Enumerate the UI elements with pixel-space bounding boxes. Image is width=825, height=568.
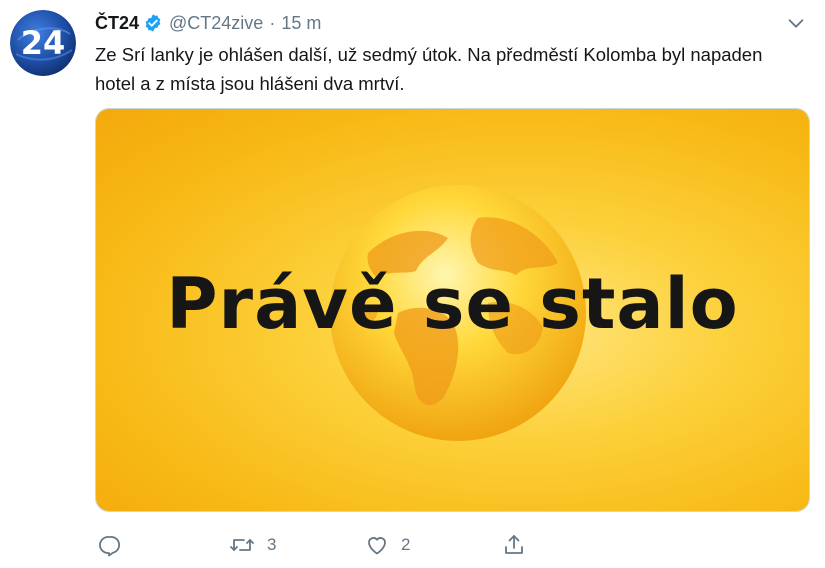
separator-dot: · [269,12,276,33]
chevron-down-icon[interactable] [785,12,807,34]
tweet-media[interactable]: Právě se stalo [95,108,810,512]
heart-icon [368,537,386,555]
share-icon [505,535,523,554]
media-caption: Právě se stalo [166,263,739,345]
retweet-icon [230,539,254,551]
reply-button[interactable] [97,532,133,558]
retweet-count: 3 [267,535,277,554]
user-handle[interactable]: @CT24zive [169,13,263,34]
retweet-button[interactable]: 3 [229,532,276,558]
tweet-header: ČT24 @CT24zive · 15 m [95,10,321,36]
tweet: 24 ČT24 @CT24zive · 15 m Ze Srí lanky je… [0,0,825,568]
display-name[interactable]: ČT24 [95,13,139,34]
tweet-text: Ze Srí lanky je ohlášen další, už sedmý … [95,44,763,94]
avatar[interactable]: 24 [10,10,76,76]
avatar-text: 24 [21,24,66,62]
verified-badge-icon [143,13,163,33]
timestamp[interactable]: 15 m [281,13,321,34]
like-button[interactable]: 2 [365,532,410,558]
like-count: 2 [401,535,411,554]
tweet-actions: 3 2 [95,532,575,558]
reply-icon [99,536,121,557]
share-button[interactable] [502,532,538,558]
